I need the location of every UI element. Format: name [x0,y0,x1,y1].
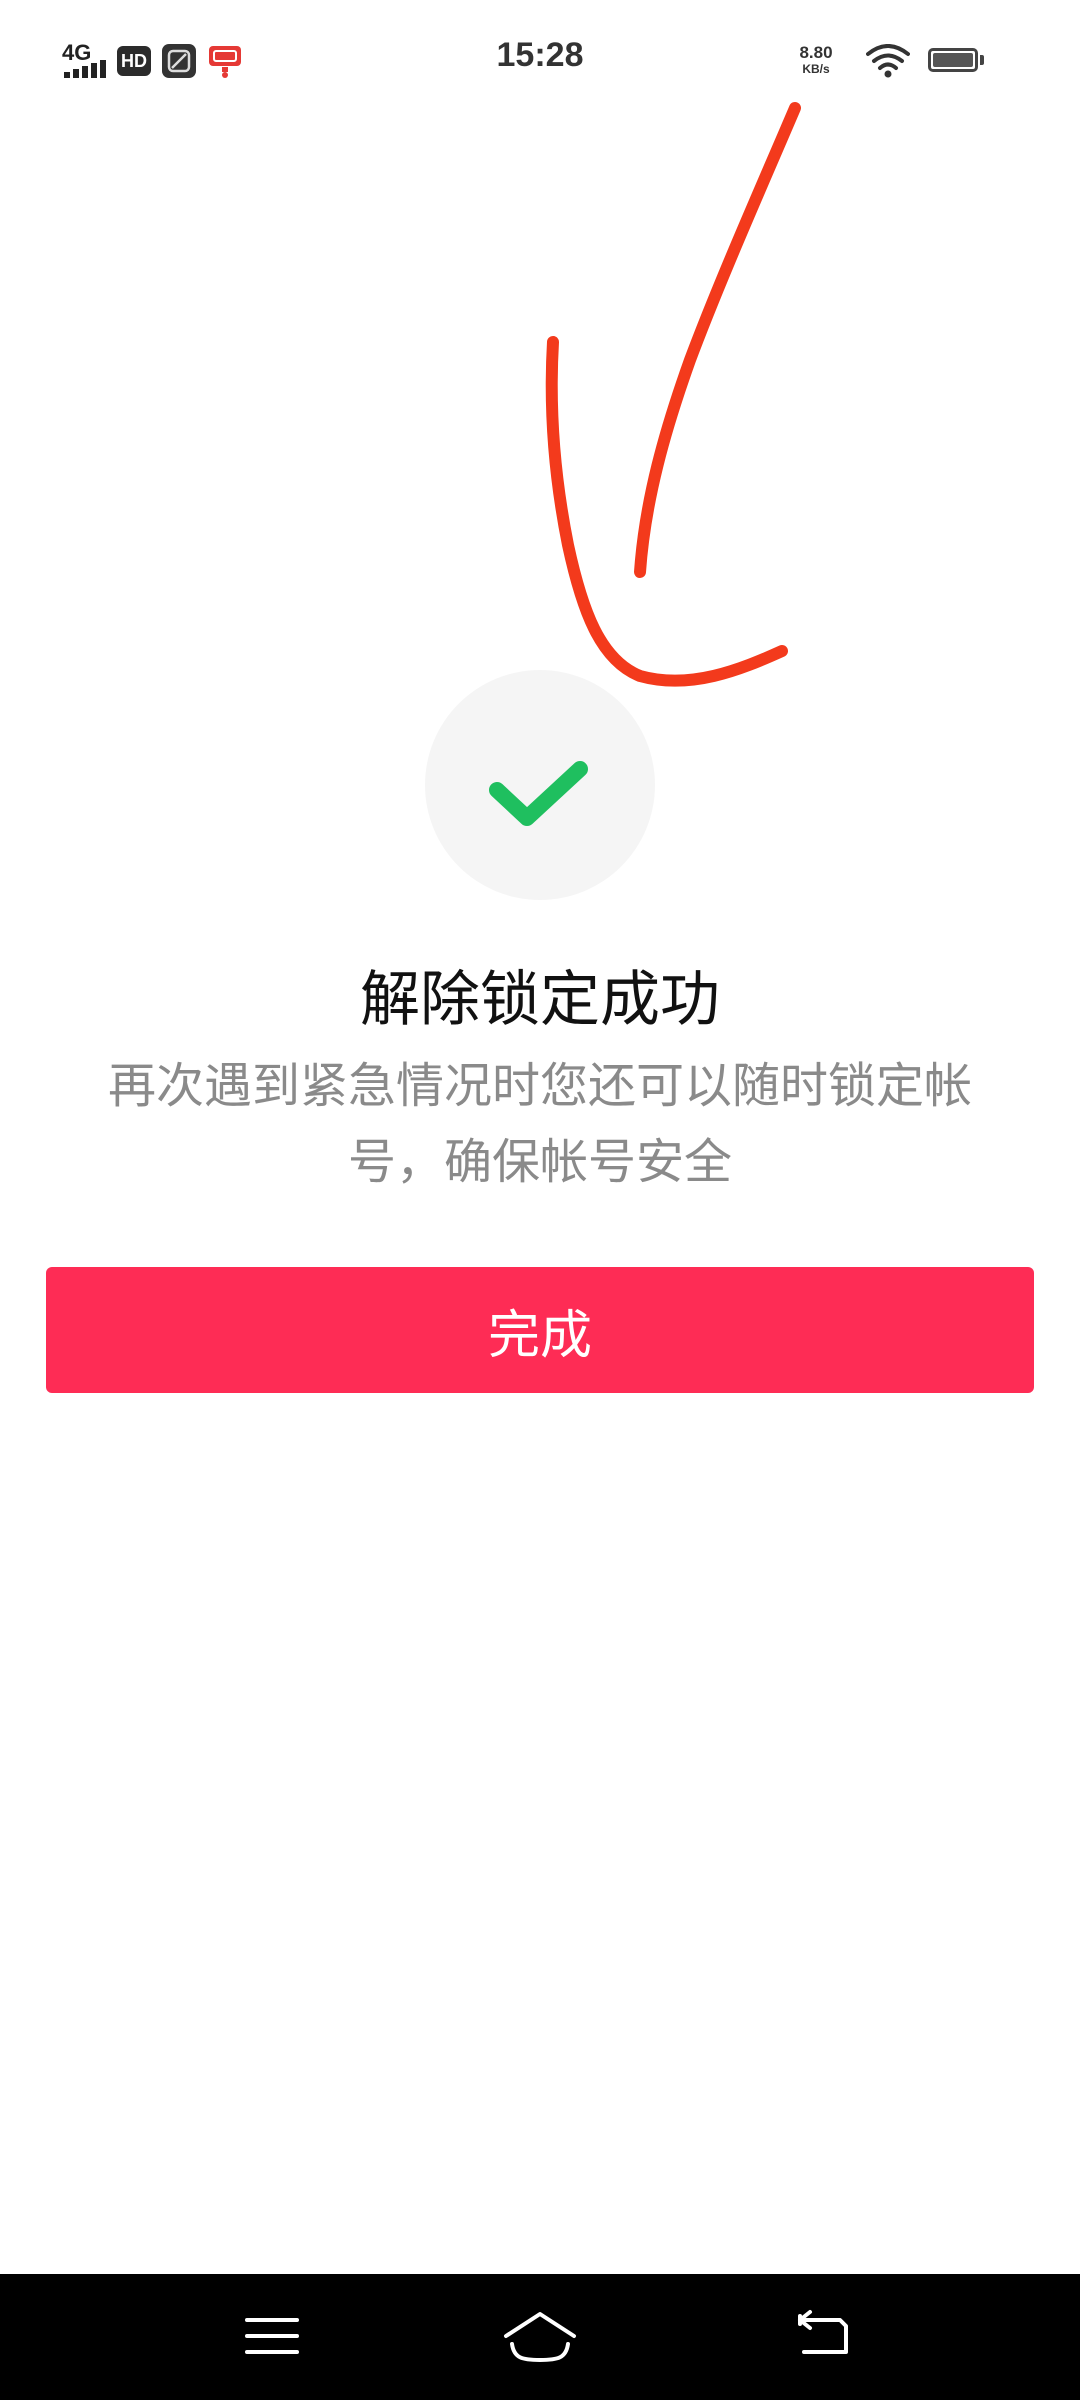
page-title: 解除锁定成功 [360,965,720,1035]
screen: 4G HD 15:28 8.80 KB/s 解除锁定成功 再次遇到紧急情况时您还… [0,0,1080,2400]
home-icon [504,2312,576,2363]
back-button[interactable] [754,2274,894,2400]
menu-button[interactable] [202,2274,342,2400]
success-indicator [425,670,655,900]
menu-icon [245,2318,299,2354]
navigation-bar [0,2274,1080,2400]
done-button[interactable]: 完成 [46,1267,1034,1393]
page-subtitle: 再次遇到紧急情况时您还可以随时锁定帐号，确保帐号安全 [107,1058,972,1190]
back-icon [798,2310,848,2354]
red-arrow-annotation [545,102,801,687]
home-button[interactable] [470,2274,610,2400]
checkmark-icon [489,761,588,826]
